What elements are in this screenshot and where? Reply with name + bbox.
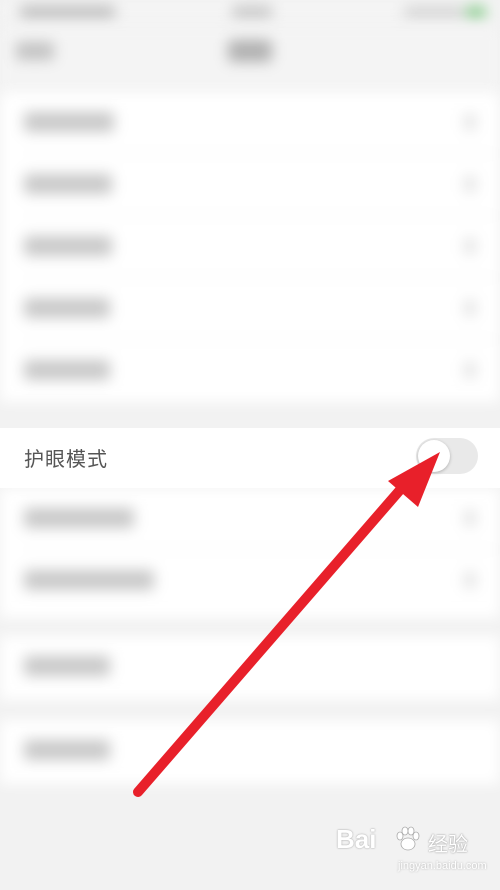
back-button[interactable] [16, 42, 54, 60]
battery-icon [466, 6, 486, 19]
chevron-right-icon [464, 114, 476, 130]
eye-protection-toggle[interactable] [416, 438, 478, 474]
toggle-knob [418, 440, 450, 472]
settings-group-4 [0, 720, 500, 784]
chevron-right-icon [464, 176, 476, 192]
chevron-right-icon [464, 510, 476, 526]
settings-row[interactable] [0, 92, 500, 154]
eye-protection-row[interactable]: 护眼模式 [0, 428, 500, 488]
chevron-right-icon [464, 300, 476, 316]
watermark-url: jingyan.baidu.com [398, 860, 487, 872]
settings-row-label [24, 656, 110, 676]
settings-row[interactable] [0, 278, 500, 340]
status-bar [0, 0, 500, 26]
settings-row[interactable] [0, 216, 500, 278]
settings-row-label [24, 174, 112, 194]
settings-row-label [24, 112, 114, 132]
settings-row[interactable] [0, 550, 500, 612]
watermark-brand: 经验 [428, 832, 468, 856]
settings-row-label [24, 298, 110, 318]
paw-icon [396, 826, 420, 851]
settings-group-3 [0, 636, 500, 700]
settings-row-label [24, 508, 134, 528]
status-bar-indicators [404, 6, 464, 19]
settings-row-label [24, 360, 110, 380]
settings-group-2 [0, 488, 500, 618]
settings-row[interactable] [0, 154, 500, 216]
settings-row[interactable] [0, 636, 500, 698]
eye-protection-label: 护眼模式 [24, 447, 108, 471]
chevron-right-icon [464, 238, 476, 254]
settings-group-1 [0, 92, 500, 402]
status-bar-time [232, 5, 272, 20]
chevron-right-icon [464, 572, 476, 588]
settings-row[interactable] [0, 720, 500, 782]
app-header [0, 26, 500, 94]
status-bar-carrier [20, 5, 115, 20]
settings-row-label [24, 236, 112, 256]
settings-row-label [24, 740, 110, 760]
settings-row[interactable] [0, 488, 500, 550]
watermark: Bai 经验 jingyan.baidu.com [336, 824, 487, 880]
settings-row-label [24, 570, 154, 590]
chevron-right-icon [464, 362, 476, 378]
page-title [228, 40, 272, 62]
settings-row[interactable] [0, 340, 500, 402]
watermark-logo: Bai [336, 824, 377, 854]
